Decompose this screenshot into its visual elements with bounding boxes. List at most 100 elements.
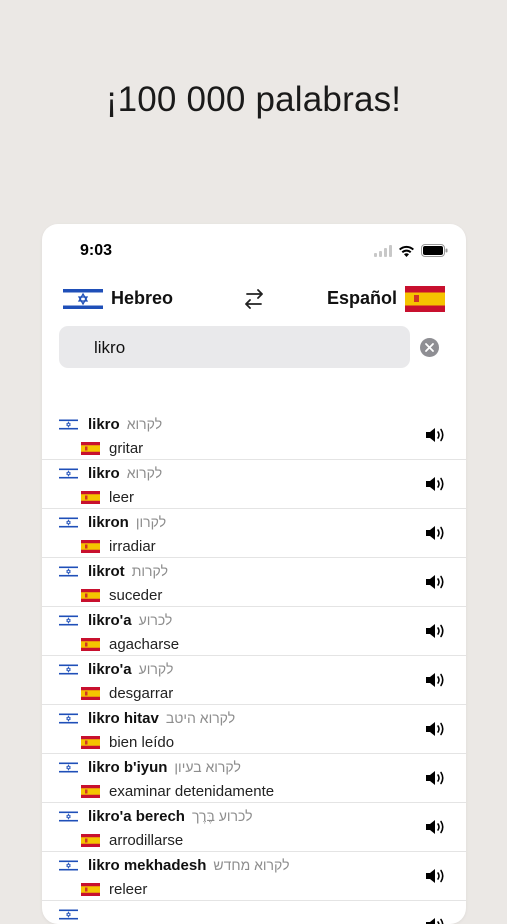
- result-row[interactable]: likron לקרון irradiar: [42, 509, 466, 558]
- hebrew-script: לכרוע בֶּרֶך: [191, 808, 253, 824]
- result-row[interactable]: [42, 901, 466, 924]
- hebrew-term: likro mekhadesh לקרוא מחדש: [88, 857, 290, 874]
- spain-flag-icon: [81, 687, 100, 700]
- hebrew-term: likro b'iyun לקרוא בעיון: [88, 759, 241, 776]
- source-language[interactable]: Hebreo: [111, 288, 173, 309]
- result-row[interactable]: likro'a לכרוע agacharse: [42, 607, 466, 656]
- israel-flag-icon[interactable]: [63, 286, 103, 312]
- headline: ¡100 000 palabras!: [105, 80, 402, 119]
- speaker-icon[interactable]: [424, 475, 446, 493]
- result-row[interactable]: likro hitav לקרוא היטב bien leído: [42, 705, 466, 754]
- hebrew-term: likron לקרון: [88, 514, 166, 531]
- israel-flag-icon: [59, 810, 78, 823]
- translation: bien leído: [109, 734, 175, 751]
- hebrew-script: לקרות: [131, 563, 169, 579]
- hebrew-term: likro לקרוא: [88, 465, 162, 482]
- transliteration: likro b'iyun: [88, 759, 168, 776]
- speaker-icon[interactable]: [424, 622, 446, 640]
- speaker-icon[interactable]: [424, 916, 446, 924]
- speaker-icon[interactable]: [424, 524, 446, 542]
- search-query[interactable]: likro: [94, 338, 125, 358]
- speaker-icon[interactable]: [424, 671, 446, 689]
- israel-flag-icon: [59, 565, 78, 578]
- spain-flag-icon: [81, 785, 100, 798]
- results-list: likro לקרוא gritar likro לקרוא leer likron לקרו…: [42, 411, 466, 924]
- hebrew-script: לקרוע: [138, 661, 174, 677]
- translation: suceder: [109, 587, 163, 604]
- hebrew-script: לקרוא: [126, 416, 163, 432]
- app-screen: 9:03 Hebreo Español likro likro לקרוא gr…: [42, 224, 466, 924]
- hebrew-term: likro'a berech לכרוע בֶּרֶך: [88, 808, 253, 825]
- translation: agacharse: [109, 636, 180, 653]
- spain-flag-icon: [81, 736, 100, 749]
- spain-flag-icon: [81, 834, 100, 847]
- battery-icon: [421, 244, 448, 257]
- hebrew-script: לקרוא היטב: [165, 710, 236, 726]
- hebrew-script: לקרוא בעיון: [174, 759, 241, 775]
- speaker-icon[interactable]: [424, 573, 446, 591]
- translation: gritar: [109, 440, 144, 457]
- translation: leer: [109, 489, 135, 506]
- transliteration: likro'a berech: [88, 808, 185, 825]
- translation: releer: [109, 881, 148, 898]
- israel-flag-icon: [59, 859, 78, 872]
- clear-search-icon[interactable]: [420, 338, 439, 357]
- israel-flag-icon: [59, 712, 78, 725]
- signal-icon: [374, 244, 392, 257]
- transliteration: likro'a: [88, 612, 132, 629]
- language-selector: Hebreo Español: [42, 284, 466, 314]
- transliteration: likro mekhadesh: [88, 857, 207, 874]
- result-row[interactable]: likrot לקרות suceder: [42, 558, 466, 607]
- target-language[interactable]: Español: [327, 288, 397, 309]
- status-icons: [374, 244, 448, 257]
- result-row[interactable]: likro mekhadesh לקרוא מחדש releer: [42, 852, 466, 901]
- israel-flag-icon: [59, 663, 78, 676]
- spain-flag-icon[interactable]: [405, 286, 445, 312]
- translation: irradiar: [109, 538, 156, 555]
- israel-flag-icon: [59, 516, 78, 529]
- hebrew-script: לקרון: [135, 514, 167, 530]
- transliteration: likrot: [88, 563, 125, 580]
- spain-flag-icon: [81, 491, 100, 504]
- hebrew-script: לקרוא: [126, 465, 163, 481]
- speaker-icon[interactable]: [424, 818, 446, 836]
- transliteration: likro: [88, 416, 120, 433]
- search-input[interactable]: likro: [59, 326, 410, 368]
- speaker-icon[interactable]: [424, 720, 446, 738]
- transliteration: likron: [88, 514, 129, 531]
- hebrew-term: likro hitav לקרוא היטב: [88, 710, 235, 727]
- translation: examinar detenidamente: [109, 783, 275, 800]
- wifi-icon: [399, 245, 414, 257]
- speaker-icon[interactable]: [424, 867, 446, 885]
- hebrew-term: likrot לקרות: [88, 563, 168, 580]
- translation: arrodillarse: [109, 832, 184, 849]
- result-row[interactable]: likro b'iyun לקרוא בעיון examinar detenida…: [42, 754, 466, 803]
- spain-flag-icon: [81, 638, 100, 651]
- transliteration: likro'a: [88, 661, 132, 678]
- hebrew-script: לקרוא מחדש: [213, 857, 290, 873]
- hebrew-term: [88, 906, 95, 923]
- hebrew-term: likro'a לכרוע: [88, 612, 172, 629]
- israel-flag-icon: [59, 467, 78, 480]
- israel-flag-icon: [59, 761, 78, 774]
- transliteration: likro: [88, 465, 120, 482]
- hebrew-term: likro לקרוא: [88, 416, 162, 433]
- hebrew-script: לכרוע: [138, 612, 173, 628]
- israel-flag-icon: [59, 614, 78, 627]
- israel-flag-icon: [59, 418, 78, 431]
- translation: desgarrar: [109, 685, 174, 702]
- hebrew-term: likro'a לקרוע: [88, 661, 173, 678]
- swap-languages-icon[interactable]: [241, 286, 267, 312]
- spain-flag-icon: [81, 540, 100, 553]
- israel-flag-icon: [59, 908, 78, 921]
- speaker-icon[interactable]: [424, 769, 446, 787]
- result-row[interactable]: likro לקרוא gritar: [42, 411, 466, 460]
- result-row[interactable]: likro'a berech לכרוע בֶּרֶך arrodillarse: [42, 803, 466, 852]
- spain-flag-icon: [81, 883, 100, 896]
- result-row[interactable]: likro'a לקרוע desgarrar: [42, 656, 466, 705]
- result-row[interactable]: likro לקרוא leer: [42, 460, 466, 509]
- speaker-icon[interactable]: [424, 426, 446, 444]
- status-time: 9:03: [80, 242, 113, 259]
- spain-flag-icon: [81, 589, 100, 602]
- spain-flag-icon: [81, 442, 100, 455]
